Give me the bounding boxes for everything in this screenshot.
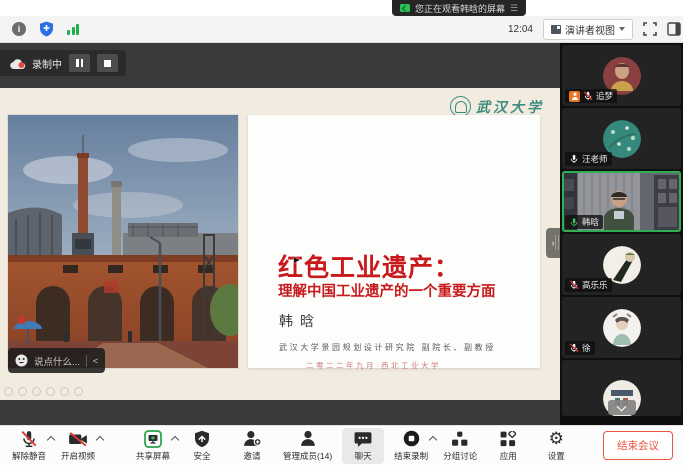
- start-video-button[interactable]: 开启视频: [57, 428, 99, 464]
- shared-screen-stage: 武汉大学: [0, 43, 560, 425]
- mic-muted-icon: [20, 430, 38, 448]
- person-icon: [300, 430, 316, 447]
- apps-grid-icon: [500, 431, 516, 447]
- bottom-toolbar: 解除静音 开启视频 共享屏幕 安全 邀请: [0, 425, 683, 465]
- participant-name: 徐: [582, 342, 591, 354]
- stop-record-button[interactable]: 结束录制: [390, 428, 432, 464]
- mic-muted-icon: [569, 343, 579, 353]
- shield-icon: [194, 430, 210, 448]
- university-logo: 武汉大学: [450, 96, 544, 117]
- manage-members-button[interactable]: 管理成员(14): [279, 428, 336, 464]
- watching-banner-text: 您正在观看韩晗的屏幕: [415, 2, 505, 15]
- apps-button[interactable]: 应用: [487, 428, 529, 464]
- top-strip: [0, 0, 683, 16]
- gear-icon: ⚙: [549, 430, 564, 447]
- share-screen-icon: [144, 430, 162, 448]
- view-mode-label: 演讲者视图: [565, 22, 615, 37]
- cloud-record-icon: [10, 58, 25, 68]
- stop-record-icon: [403, 430, 420, 447]
- meeting-window: 您正在观看韩晗的屏幕 ☰ i 12:04 演讲者视图 武汉大学: [0, 0, 683, 465]
- chat-button[interactable]: 聊天: [342, 428, 384, 464]
- chevron-down-icon: [617, 401, 627, 411]
- emoji-icon[interactable]: [15, 354, 28, 367]
- slide-title: 红色工业遗产：: [278, 248, 460, 284]
- meeting-info-icon[interactable]: i: [12, 22, 26, 36]
- mouse-cursor: ▸: [294, 253, 300, 266]
- screen-share-active-icon: [400, 4, 410, 12]
- mic-speaking-icon: [569, 217, 579, 228]
- mic-on-icon: [569, 154, 579, 164]
- participant-name: 汪老师: [582, 153, 608, 165]
- participant-tile[interactable]: 高乐乐: [562, 234, 681, 295]
- security-shield-icon[interactable]: [39, 21, 54, 37]
- side-panel-icon[interactable]: [667, 22, 681, 36]
- participant-name: 韩晗: [582, 216, 599, 228]
- chat-input-placeholder[interactable]: 说点什么...: [34, 354, 80, 368]
- breakout-rooms-button[interactable]: 分组讨论: [439, 428, 481, 464]
- university-logo-text: 武汉大学: [476, 97, 544, 117]
- end-meeting-button[interactable]: 结束会议: [603, 431, 673, 460]
- invite-button[interactable]: 邀请: [231, 428, 273, 464]
- participant-tile[interactable]: 徐: [562, 297, 681, 358]
- presentation-controls[interactable]: [4, 387, 83, 396]
- scroll-down-participants-button[interactable]: [608, 400, 636, 415]
- sidebar-resize-grip[interactable]: [555, 235, 560, 250]
- pause-recording-button[interactable]: [69, 54, 90, 72]
- unmute-button[interactable]: 解除静音: [8, 428, 50, 464]
- slide-text-panel: 红色工业遗产： ▸ 理解中国工业遗产的一个重要方面 韩晗 武汉大学景园规划设计研…: [248, 115, 540, 368]
- recording-status-label: 录制中: [32, 56, 62, 71]
- meeting-clock: 12:04: [508, 24, 533, 35]
- mic-muted-icon: [569, 280, 579, 290]
- hand-raised-icon: [569, 91, 580, 102]
- view-mode-button[interactable]: 演讲者视图: [543, 19, 633, 40]
- stop-recording-button[interactable]: [97, 54, 118, 72]
- university-seal-icon: [450, 96, 471, 117]
- slide-subtitle: 理解中国工业遗产的一个重要方面: [278, 280, 496, 301]
- quick-chat-bar[interactable]: 说点什么... <: [8, 348, 105, 373]
- slide-photo-industrial-site: [8, 115, 238, 368]
- layout-icon: [551, 25, 561, 34]
- watching-banner[interactable]: 您正在观看韩晗的屏幕 ☰: [392, 0, 526, 16]
- security-button[interactable]: 安全: [181, 428, 223, 464]
- camera-off-icon: [68, 431, 88, 447]
- banner-menu-icon[interactable]: ☰: [510, 4, 518, 13]
- collapse-chat-icon[interactable]: <: [93, 356, 98, 366]
- participant-name: 追梦: [596, 90, 613, 102]
- recording-bar: 录制中: [0, 50, 126, 76]
- participants-sidebar: 追梦 汪老师: [560, 43, 683, 425]
- avatar: [603, 309, 641, 347]
- mic-muted-icon: [583, 91, 593, 101]
- participant-name: 高乐乐: [582, 279, 608, 291]
- header-toolbar: i 12:04 演讲者视图: [0, 16, 683, 43]
- invite-person-icon: [243, 430, 261, 447]
- settings-button[interactable]: ⚙ 设置: [535, 428, 577, 464]
- share-screen-button[interactable]: 共享屏幕: [132, 428, 174, 464]
- participant-tile[interactable]: 追梦: [562, 45, 681, 106]
- network-signal-icon[interactable]: [67, 24, 79, 35]
- slide-date-line: 二零二二年九月·西北工业大学: [306, 360, 441, 371]
- participant-tile[interactable]: 汪老师: [562, 108, 681, 169]
- slide-author: 韩晗: [279, 311, 321, 331]
- chat-bubble-icon: [354, 431, 372, 447]
- chevron-down-icon: [619, 27, 625, 31]
- fullscreen-icon[interactable]: [643, 22, 657, 36]
- breakout-grid-icon: [452, 431, 468, 447]
- slide-affiliation: 武汉大学景园规划设计研究院 副院长、副教授: [279, 342, 496, 353]
- participant-tile-active-speaker[interactable]: 韩晗: [562, 171, 681, 232]
